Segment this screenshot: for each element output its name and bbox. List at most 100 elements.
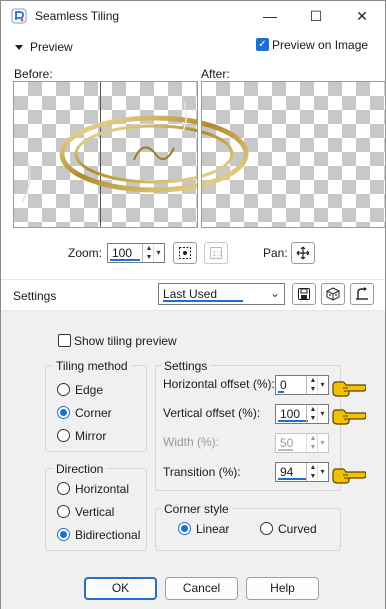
dropdown-arrow-icon[interactable]: ▾: [317, 405, 327, 423]
maximize-button[interactable]: ☐: [293, 1, 339, 31]
transition-spinner[interactable]: 94 ▲ ▼ ▾: [275, 462, 329, 482]
vertical-offset-label: Vertical offset (%):: [163, 406, 261, 420]
tiling-mirror-label: Mirror: [75, 429, 107, 443]
direction-vertical-option[interactable]: Vertical: [57, 504, 143, 520]
radio-curved[interactable]: [260, 522, 273, 535]
vertical-offset-spinner[interactable]: 100 ▲ ▼ ▾: [275, 404, 329, 424]
save-preset-button[interactable]: [292, 283, 316, 305]
seamless-tiling-dialog: Seamless Tiling — ☐ ✕ Preview ✓ Preview …: [0, 0, 386, 609]
pan-button[interactable]: [291, 242, 315, 264]
preview-toggle[interactable]: Preview: [14, 40, 74, 54]
zoom-spin-buttons: ▲ ▼ ▾: [142, 244, 164, 262]
dropdown-arrow-icon[interactable]: ▾: [153, 244, 163, 262]
show-tiling-preview-label: Show tiling preview: [74, 334, 177, 348]
width-spin-buttons: ▲ ▼ ▾: [306, 434, 328, 452]
zoom-underline: [110, 259, 140, 261]
chevron-down-icon: ⌄: [269, 286, 280, 300]
direction-horizontal-label: Horizontal: [75, 482, 130, 496]
width-value: 50: [280, 436, 294, 450]
proof-icon: [179, 247, 191, 259]
horizontal-offset-level: [278, 391, 284, 393]
pan-label: Pan:: [263, 246, 288, 260]
preview-toggle-label: Preview: [30, 40, 73, 54]
tiling-edge-option[interactable]: Edge: [57, 382, 137, 398]
tiling-method-title: Tiling method: [53, 359, 131, 373]
one-to-one-icon: 1:1: [210, 247, 223, 259]
preview-on-image-checkbox[interactable]: ✓: [256, 38, 269, 51]
tiling-corner-option[interactable]: Corner: [57, 405, 137, 421]
dropdown-arrow-icon: ▾: [317, 434, 327, 452]
radio-mirror[interactable]: [57, 429, 70, 442]
tiling-corner-label: Corner: [75, 406, 112, 420]
vertical-offset-value[interactable]: 100: [280, 407, 300, 421]
zoom-value[interactable]: 100: [112, 246, 132, 260]
radio-vertical[interactable]: [57, 505, 70, 518]
one-to-one-button[interactable]: 1:1: [204, 242, 228, 264]
zoom-label: Zoom:: [68, 246, 103, 260]
preset-dropdown[interactable]: Last Used ⌄: [158, 283, 285, 305]
settings-group-title: Settings: [161, 359, 211, 373]
radio-corner[interactable]: [57, 406, 70, 419]
preset-value: Last Used: [163, 287, 218, 301]
svg-text:1:1: 1:1: [212, 250, 223, 258]
ok-button[interactable]: OK: [84, 577, 157, 600]
show-tiling-preview-toggle[interactable]: Show tiling preview: [58, 333, 198, 349]
close-button[interactable]: ✕: [339, 1, 385, 31]
width-spinner: 50 ▲ ▼ ▾: [275, 433, 329, 453]
randomize-button[interactable]: [321, 283, 345, 305]
direction-bidirectional-option[interactable]: Bidirectional: [57, 527, 145, 543]
radio-bidirectional[interactable]: [57, 528, 70, 541]
corner-curved-label: Curved: [278, 522, 317, 536]
width-level: [278, 449, 293, 451]
radio-horizontal[interactable]: [57, 482, 70, 495]
corner-linear-option[interactable]: Linear: [178, 521, 248, 537]
presets-bar: Settings Last Used ⌄: [1, 279, 385, 311]
horizontal-offset-label: Horizontal offset (%):: [163, 377, 275, 391]
after-preview[interactable]: [201, 81, 386, 228]
dropdown-arrow-icon[interactable]: ▾: [317, 376, 327, 394]
corner-style-title: Corner style: [161, 502, 232, 516]
transition-level: [278, 478, 306, 480]
reset-button[interactable]: [350, 283, 374, 305]
randomize-icon: [326, 287, 340, 301]
ornament-result-image: [202, 120, 249, 188]
direction-title: Direction: [53, 462, 107, 476]
reset-icon: [356, 287, 368, 300]
direction-vertical-label: Vertical: [75, 505, 115, 519]
vertical-offset-level: [278, 420, 308, 422]
direction-horizontal-option[interactable]: Horizontal: [57, 481, 143, 497]
settings-label: Settings: [13, 289, 57, 303]
preview-on-image-label: Preview on Image: [272, 38, 369, 52]
before-preview[interactable]: [13, 81, 198, 228]
proof-button[interactable]: [173, 242, 197, 264]
dropdown-arrow-icon[interactable]: ▾: [317, 463, 327, 481]
preview-on-image-toggle[interactable]: ✓ Preview on Image: [256, 37, 381, 53]
radio-linear[interactable]: [178, 522, 191, 535]
cancel-button[interactable]: Cancel: [165, 577, 238, 600]
direction-bidirectional-label: Bidirectional: [75, 528, 141, 542]
corner-linear-label: Linear: [196, 522, 230, 536]
pan-move-icon: [296, 246, 310, 260]
ornament-image: [21, 101, 197, 203]
preset-underline: [163, 300, 243, 302]
app-icon: [11, 8, 27, 24]
transition-spin-buttons: ▲ ▼ ▾: [306, 463, 328, 481]
title-bar[interactable]: Seamless Tiling — ☐ ✕: [1, 1, 385, 31]
transition-value[interactable]: 94: [280, 465, 293, 479]
zoom-spinner[interactable]: 100 ▲ ▼ ▾: [107, 243, 165, 263]
width-label: Width (%):: [163, 435, 220, 449]
corner-curved-option[interactable]: Curved: [260, 521, 330, 537]
help-button[interactable]: Help: [246, 577, 319, 600]
after-label: After:: [201, 67, 230, 81]
horizontal-offset-value[interactable]: 0: [280, 378, 287, 392]
window-title: Seamless Tiling: [35, 9, 120, 23]
tiling-mirror-option[interactable]: Mirror: [57, 428, 137, 444]
horizontal-offset-spinner[interactable]: 0 ▲ ▼ ▾: [275, 375, 329, 395]
minimize-button[interactable]: —: [247, 1, 293, 31]
save-preset-icon: [298, 288, 310, 300]
radio-edge[interactable]: [57, 383, 70, 396]
transition-label: Transition (%):: [163, 465, 241, 479]
pointing-hand-icon: [332, 409, 366, 425]
show-tiling-preview-checkbox[interactable]: [58, 334, 71, 347]
tiling-edge-label: Edge: [75, 383, 104, 397]
